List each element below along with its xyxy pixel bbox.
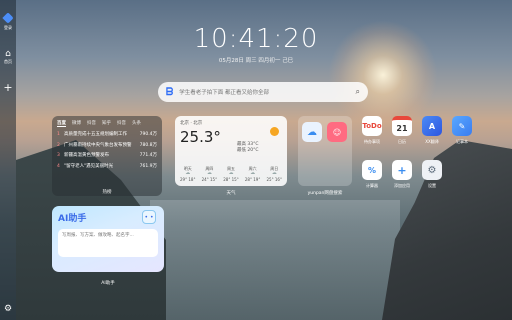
weather-forecast: 明天 ☁ 29° 18° 周四 ☁ 24° 15° 周五 ☁ 28° 15° 周… (180, 166, 282, 183)
clock-time: 10:41:20 (193, 24, 319, 54)
weather-location: 北京 · 北京 (180, 121, 203, 126)
clock: 10:41:20 05月28日 周三 四月初一 己巳 (0, 24, 512, 64)
weather-range: 最高 33°C 最低 20°C (237, 142, 259, 154)
list-item[interactable]: 3 新疆高温黄色预警发布 771.4万 (57, 151, 157, 162)
forecast-day: 明天 ☁ 29° 18° (180, 166, 195, 183)
app-calculator[interactable]: % 计算器 (360, 160, 384, 189)
bing-icon: ᗷ (166, 86, 174, 98)
tab-douyin-2[interactable]: 抖音 (117, 120, 126, 127)
forecast-day-range: 29° 18° (180, 176, 196, 182)
news-title: 高质量完成十五五规划编制工作 (64, 132, 127, 137)
forecast-day: 周六 ☁ 28° 19° (245, 166, 260, 183)
calendar-icon: 21 (392, 116, 412, 136)
app-name: 记事本 (456, 139, 468, 144)
app-translate[interactable]: A XX翻译 (420, 116, 444, 145)
search-input[interactable]: 学生看老子拍下面 都正看又给你全部 (179, 88, 355, 96)
news-title: 新疆高温黄色预警发布 (64, 153, 109, 158)
weather-card[interactable]: 北京 · 北京 25.3° 最高 33°C 最低 20°C 明天 ☁ 29° 1… (175, 116, 287, 186)
news-rank: 3 (57, 153, 60, 158)
news-rank: 4 (57, 163, 60, 169)
tab-toutiao[interactable]: 头条 (132, 120, 141, 127)
app-name: 日历 (398, 139, 406, 144)
app-add[interactable]: + 添加应用 (390, 160, 414, 189)
tab-zhihu[interactable]: 知乎 (102, 120, 111, 127)
translate-icon: A (422, 116, 442, 136)
tab-baidu[interactable]: 百度 (57, 120, 66, 127)
forecast-day: 周五 ☁ 28° 15° (223, 166, 238, 183)
sun-icon (270, 127, 279, 136)
weather-caption: 天气 (226, 191, 236, 196)
yunpan-caption: yunpan网盘搜索 (307, 191, 343, 196)
forecast-day-range: 28° 15° (223, 176, 239, 182)
bookmark-icon (2, 12, 14, 24)
app-todo[interactable]: ToDo 待办事项 (360, 116, 384, 145)
forecast-day-range: 25° 16° (266, 176, 282, 182)
news-heat: 790.4万 (139, 132, 157, 137)
robot-icon: • • (142, 210, 156, 224)
news-heat: 780.8万 (139, 142, 157, 148)
app-name: 待办事项 (364, 139, 380, 144)
settings-icon: ⚙ (422, 160, 442, 180)
robot-icon[interactable]: ☺ (327, 122, 347, 142)
list-item[interactable]: 2 广州暴雨持续中央气象台发布预警 780.8万 (57, 141, 157, 152)
hot-news-card[interactable]: 百度 微博 抖音 知乎 抖音 头条 1 高质量完成十五五规划编制工作 790.4… (52, 116, 162, 196)
search-icon[interactable]: ⌕ (356, 87, 360, 97)
news-title: "留守老人"遇见美丽时光 (64, 163, 114, 169)
weather-low: 最低 20°C (237, 148, 259, 153)
forecast-day-range: 24° 15° (201, 176, 218, 182)
list-item[interactable]: 1 高质量完成十五五规划编制工作 790.4万 (57, 130, 157, 141)
news-title: 广州暴雨持续中央气象台发布预警 (64, 142, 132, 148)
clock-date: 05月28日 周三 四月初一 己巳 (218, 58, 294, 64)
search-bar[interactable]: ᗷ 学生看老子拍下面 都正看又给你全部 ⌕ (158, 82, 368, 102)
cloud-drive-icon[interactable]: ☁ (302, 122, 322, 142)
news-tabs: 百度 微博 抖音 知乎 抖音 头条 (57, 120, 157, 127)
news-heat: 771.4万 (139, 153, 157, 158)
news-rank: 1 (57, 132, 60, 137)
app-name: 设置 (428, 183, 436, 188)
news-heat: 761.9万 (139, 163, 157, 169)
background-sea (150, 200, 400, 320)
app-name: 计算器 (366, 183, 378, 188)
todo-icon: ToDo (362, 116, 382, 136)
calculator-icon: % (362, 160, 382, 180)
forecast-day: 周日 ☁ 25° 16° (267, 166, 282, 183)
gear-icon[interactable]: ⚙ (4, 304, 12, 314)
news-caption: 热榜 (102, 190, 112, 195)
news-rank: 2 (57, 142, 60, 148)
app-notebook[interactable]: ✎ 记事本 (450, 116, 474, 145)
app-name: XX翻译 (425, 139, 439, 144)
ai-caption: AI助手 (101, 281, 115, 286)
app-settings[interactable]: ⚙ 设置 (420, 160, 444, 189)
add-app-icon: + (392, 160, 412, 180)
app-calendar[interactable]: 21 日历 (390, 116, 414, 145)
ai-input[interactable]: 写周报、写方案、做攻略、起名字... (58, 229, 158, 257)
forecast-day: 周四 ☁ 24° 15° (202, 166, 217, 183)
list-item[interactable]: 4 "留守老人"遇见美丽时光 761.9万 (57, 162, 157, 173)
weather-temp: 25.3° (180, 128, 221, 146)
tab-weibo[interactable]: 微博 (72, 120, 81, 127)
tab-douyin[interactable]: 抖音 (87, 120, 96, 127)
ai-assistant-card[interactable]: AI助手 • • 写周报、写方案、做攻略、起名字... (52, 206, 164, 272)
app-name: 添加应用 (394, 183, 410, 188)
add-button[interactable]: + (3, 81, 12, 94)
forecast-day-range: 28° 19° (244, 176, 261, 182)
notebook-icon: ✎ (452, 116, 472, 136)
yunpan-widget[interactable]: ☁ ☺ (298, 116, 352, 186)
